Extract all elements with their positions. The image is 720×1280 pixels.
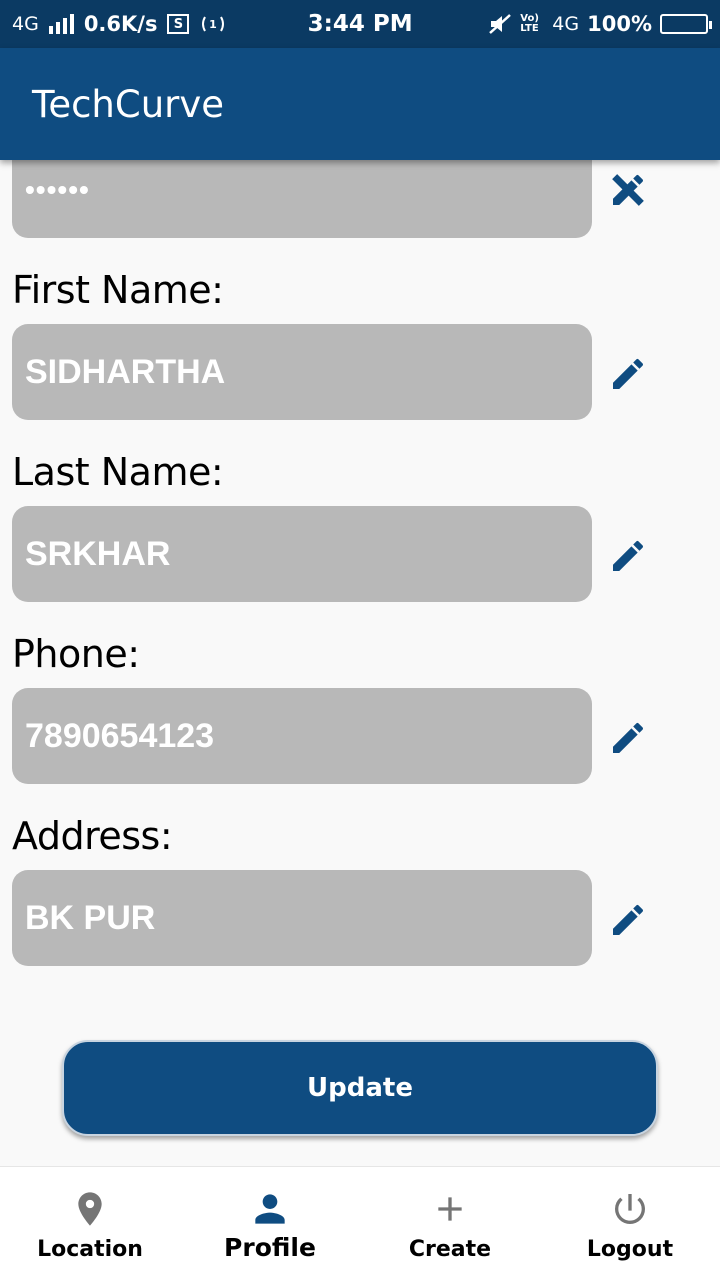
phone-value: 7890654123 — [25, 716, 215, 755]
network-speed: 0.6K/s — [83, 12, 158, 36]
network-type: 4G — [12, 13, 39, 35]
app-title: TechCurve — [32, 82, 225, 126]
edit-address-icon[interactable] — [608, 900, 648, 940]
location-pin-icon — [78, 1192, 102, 1226]
status-bar: 4G 0.6K/s S 1 3:44 PM Vo) LTE 4G 100% — [0, 0, 720, 48]
nav-logout-label: Logout — [586, 1237, 674, 1262]
last-name-row: SRKHAR — [12, 506, 712, 602]
last-name-field[interactable]: SRKHAR — [12, 506, 592, 602]
phone-label: Phone: — [12, 632, 140, 676]
nav-create-label: Create — [408, 1237, 492, 1262]
battery-icon — [660, 14, 712, 34]
update-button[interactable]: Update — [62, 1040, 658, 1136]
address-label: Address: — [12, 814, 173, 858]
bottom-nav: Location Profile Create Logout — [0, 1166, 720, 1280]
person-icon — [255, 1194, 285, 1224]
power-icon — [615, 1194, 645, 1224]
first-name-label: First Name: — [12, 268, 224, 312]
first-name-row: SIDHARTHA — [12, 324, 712, 420]
first-name-field[interactable]: SIDHARTHA — [12, 324, 592, 420]
first-name-value: SIDHARTHA — [25, 352, 226, 391]
nav-create[interactable]: Create — [360, 1167, 540, 1280]
phone-row: 7890654123 — [12, 688, 712, 784]
edit-off-icon[interactable] — [608, 170, 648, 210]
svg-text:1: 1 — [210, 18, 218, 31]
password-row: •••••• — [12, 160, 712, 238]
network-type-right: 4G — [552, 13, 580, 35]
edit-last-name-icon[interactable] — [608, 536, 648, 576]
nav-location-label: Location — [37, 1237, 143, 1262]
plus-icon — [438, 1197, 462, 1221]
nav-logout[interactable]: Logout — [540, 1167, 720, 1280]
status-left: 4G 0.6K/s S 1 — [12, 12, 292, 36]
hotspot-icon: 1 — [202, 16, 225, 32]
nav-profile[interactable]: Profile — [180, 1167, 360, 1280]
profile-form: •••••• First Name: SIDHARTHA Last Name: … — [0, 160, 720, 1166]
mute-icon — [489, 14, 512, 34]
volte-icon: Vo) LTE — [520, 13, 539, 34]
sim-icon: S — [167, 14, 190, 34]
address-field[interactable]: BK PUR — [12, 870, 592, 966]
address-value: BK PUR — [25, 898, 156, 937]
password-field[interactable]: •••••• — [12, 160, 592, 238]
status-right: Vo) LTE 4G 100% — [488, 12, 712, 36]
clock: 3:44 PM — [307, 11, 413, 37]
app-bar: TechCurve — [0, 48, 720, 160]
battery-percent: 100% — [587, 12, 652, 36]
last-name-value: SRKHAR — [25, 534, 171, 573]
last-name-label: Last Name: — [12, 450, 224, 494]
nav-profile-label: Profile — [224, 1233, 316, 1262]
phone-field[interactable]: 7890654123 — [12, 688, 592, 784]
nav-location[interactable]: Location — [0, 1167, 180, 1280]
address-row: BK PUR — [12, 870, 712, 966]
edit-phone-icon[interactable] — [608, 718, 648, 758]
update-button-label: Update — [307, 1073, 413, 1103]
signal-icon — [48, 14, 74, 34]
password-value: •••••• — [25, 174, 90, 205]
edit-first-name-icon[interactable] — [608, 354, 648, 394]
